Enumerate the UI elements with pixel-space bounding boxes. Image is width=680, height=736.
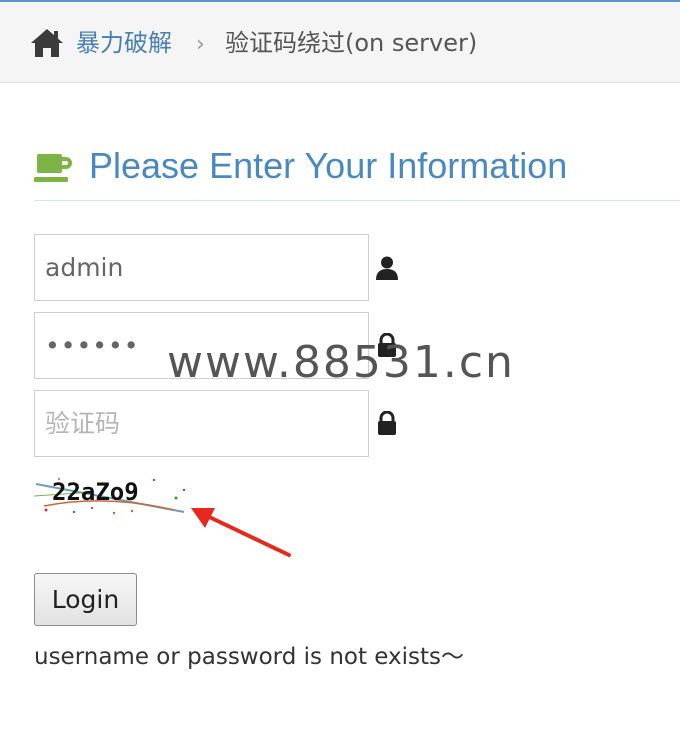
breadcrumb-separator: › [196, 32, 205, 57]
lock-icon [378, 411, 396, 435]
coffee-cup-icon [34, 154, 72, 182]
captcha-image[interactable]: 22aZo9 [34, 474, 194, 516]
user-icon [376, 256, 398, 280]
captcha-text: 22aZo9 [52, 478, 139, 506]
watermark-text: www.88531.cn [167, 337, 515, 388]
error-message: username or password is not exists～ [34, 644, 465, 670]
breadcrumb-link-brute-force[interactable]: 暴力破解 [76, 28, 172, 58]
home-icon[interactable] [29, 27, 65, 59]
breadcrumb: 暴力破解 › 验证码绕过(on server) [0, 2, 680, 83]
username-input[interactable] [34, 234, 369, 301]
page-title: Please Enter Your Information [89, 145, 568, 186]
breadcrumb-current-page: 验证码绕过(on server) [225, 29, 478, 57]
form-header: Please Enter Your Information [34, 140, 680, 201]
red-arrow-annotation [191, 508, 291, 557]
login-button[interactable]: Login [34, 573, 137, 626]
captcha-input[interactable] [34, 390, 369, 457]
